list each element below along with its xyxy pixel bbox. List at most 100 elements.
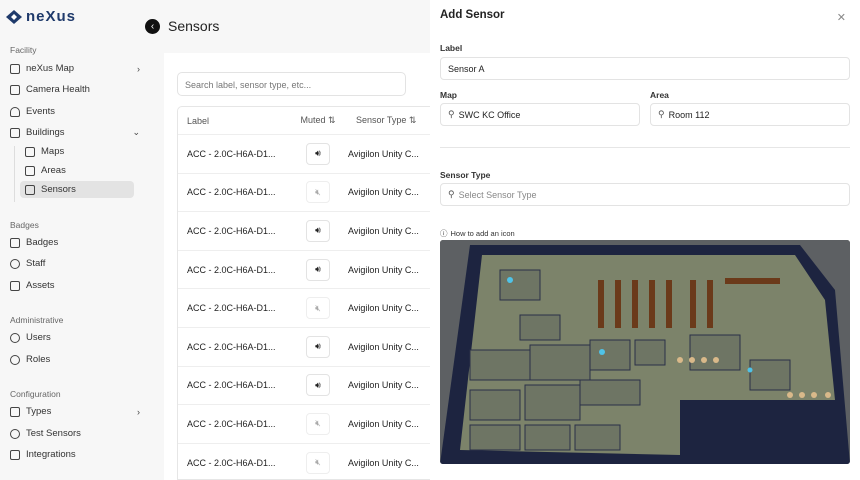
howto-text: How to add an icon	[450, 229, 515, 238]
table-row[interactable]: ACC - 2.0C-H6A-D1... 🔇︎ Avigilon Unity C…	[178, 289, 430, 328]
panel-title: Add Sensor	[440, 9, 505, 21]
row-label: ACC - 2.0C-H6A-D1...	[187, 418, 276, 429]
sidebar-item-assets[interactable]: Assets	[10, 277, 144, 294]
search-input[interactable]: Search label, sensor type, etc...	[177, 72, 406, 96]
staff-icon	[10, 258, 20, 269]
table-row[interactable]: ACC - 2.0C-H6A-D1... 🔇︎ Avigilon Unity C…	[178, 444, 430, 479]
divider	[440, 147, 850, 148]
sidebar-item-buildings[interactable]: Buildings ⌄	[10, 124, 144, 141]
sidebar-item-maps[interactable]: Maps	[20, 143, 134, 160]
map-select[interactable]: ⚲ SWC KC Office	[440, 103, 640, 126]
tree-line	[14, 146, 15, 202]
sidebar-item-test-sensors[interactable]: Test Sensors	[10, 425, 144, 442]
row-muted: 🔇︎	[288, 451, 348, 474]
search-icon: ⚲	[448, 189, 455, 199]
brand-name: neXus	[26, 8, 77, 25]
muted-speaker-icon[interactable]: 🔇︎	[306, 451, 330, 474]
section-badges: Badges	[10, 220, 39, 230]
area-field-label: Area	[650, 90, 669, 100]
muted-speaker-icon[interactable]: 🔇︎	[306, 181, 330, 204]
floor-map[interactable]	[440, 240, 850, 464]
sidebar-item-events[interactable]: Events	[10, 103, 144, 120]
item-label: Test Sensors	[26, 428, 81, 439]
sidebar-item-sensors[interactable]: Sensors	[20, 181, 134, 198]
table-row[interactable]: ACC - 2.0C-H6A-D1... 🔊︎ Avigilon Unity C…	[178, 135, 430, 174]
map-value: SWC KC Office	[458, 109, 521, 120]
roles-icon	[10, 354, 20, 365]
speaker-icon[interactable]: 🔊︎	[306, 258, 330, 281]
muted-speaker-icon[interactable]: 🔇︎	[306, 297, 330, 320]
sidebar-item-types[interactable]: Types ›	[10, 403, 144, 420]
muted-speaker-icon[interactable]: 🔇︎	[306, 412, 330, 435]
row-label: ACC - 2.0C-H6A-D1...	[187, 380, 276, 391]
item-label: Users	[26, 332, 51, 343]
row-label: ACC - 2.0C-H6A-D1...	[187, 148, 276, 159]
sidebar-item-camera-health[interactable]: Camera Health	[10, 81, 144, 98]
row-muted: 🔊︎	[288, 258, 348, 281]
table-row[interactable]: ACC - 2.0C-H6A-D1... 🔊︎ Avigilon Unity C…	[178, 251, 430, 290]
area-select[interactable]: ⚲ Room 112	[650, 103, 850, 126]
back-button[interactable]: ‹	[145, 19, 160, 34]
item-label: Sensors	[41, 184, 76, 195]
sidebar: neXus Facility Badges Administrative Con…	[0, 0, 150, 480]
item-label: Roles	[26, 354, 51, 365]
row-muted: 🔊︎	[288, 219, 348, 242]
label-value: Sensor A	[448, 63, 485, 74]
col-muted-sort[interactable]: Muted ⇅	[288, 115, 348, 126]
speaker-icon[interactable]: 🔊︎	[306, 374, 330, 397]
sidebar-item-areas[interactable]: Areas	[20, 162, 134, 179]
speaker-icon[interactable]: 🔊︎	[306, 219, 330, 242]
row-label: ACC - 2.0C-H6A-D1...	[187, 225, 276, 236]
item-label: Buildings	[26, 127, 65, 138]
table-row[interactable]: ACC - 2.0C-H6A-D1... 🔊︎ Avigilon Unity C…	[178, 212, 430, 251]
badge-icon	[10, 237, 20, 248]
row-muted: 🔊︎	[288, 335, 348, 358]
sidebar-item-badges[interactable]: Badges	[10, 234, 144, 251]
item-label: Assets	[26, 280, 55, 291]
table-row[interactable]: ACC - 2.0C-H6A-D1... 🔇︎ Avigilon Unity C…	[178, 174, 430, 213]
sidebar-item-staff[interactable]: Staff	[10, 255, 144, 272]
how-to-add-icon-link[interactable]: ⓘ How to add an icon	[440, 228, 515, 239]
col-sensor-type: Sensor Type	[356, 115, 407, 125]
sidebar-item-nexus-map[interactable]: neXus Map ›	[10, 60, 144, 77]
row-muted: 🔇︎	[288, 412, 348, 435]
chevron-left-icon: ‹	[150, 21, 155, 32]
item-label: Camera Health	[26, 84, 90, 95]
section-administrative: Administrative	[10, 315, 64, 325]
speaker-icon[interactable]: 🔊︎	[306, 142, 330, 165]
chevron-right-icon: ›	[137, 406, 140, 417]
sidebar-item-users[interactable]: Users	[10, 329, 144, 346]
logo-icon	[6, 9, 22, 24]
row-muted: 🔊︎	[288, 142, 348, 165]
col-sensor-type-sort[interactable]: Sensor Type ⇅	[348, 115, 430, 126]
item-label: Areas	[41, 165, 66, 176]
speaker-icon[interactable]: 🔊︎	[306, 335, 330, 358]
sensor-icon	[25, 184, 35, 195]
table-row[interactable]: ACC - 2.0C-H6A-D1... 🔊︎ Avigilon Unity C…	[178, 328, 430, 367]
page-title: Sensors	[168, 18, 220, 34]
section-configuration: Configuration	[10, 389, 61, 399]
row-muted: 🔇︎	[288, 181, 348, 204]
sensor-type-select[interactable]: ⚲ Select Sensor Type	[440, 183, 850, 206]
search-icon: ⚲	[658, 109, 665, 119]
sidebar-item-roles[interactable]: Roles	[10, 351, 144, 368]
label-input[interactable]: Sensor A	[440, 57, 850, 80]
search-icon: ⚲	[448, 109, 455, 119]
assets-icon	[10, 280, 20, 291]
row-muted: 🔇︎	[288, 297, 348, 320]
row-label: ACC - 2.0C-H6A-D1...	[187, 457, 276, 468]
item-label: Integrations	[26, 449, 76, 460]
close-icon[interactable]: ✕	[837, 11, 846, 24]
table-row[interactable]: ACC - 2.0C-H6A-D1... 🔊︎ Avigilon Unity C…	[178, 367, 430, 406]
item-label: Types	[26, 406, 52, 417]
item-label: Badges	[26, 237, 59, 248]
table-row[interactable]: ACC - 2.0C-H6A-D1... 🔇︎ Avigilon Unity C…	[178, 405, 430, 444]
sort-icon: ⇅	[327, 115, 336, 125]
row-sensor-type: Avigilon Unity C...	[348, 187, 419, 198]
wrench-icon	[10, 406, 20, 417]
logo[interactable]: neXus	[6, 8, 76, 25]
broadcast-icon	[10, 428, 20, 439]
sidebar-item-integrations[interactable]: Integrations	[10, 446, 144, 463]
col-muted: Muted	[300, 115, 326, 125]
info-icon: ⓘ	[440, 229, 448, 238]
